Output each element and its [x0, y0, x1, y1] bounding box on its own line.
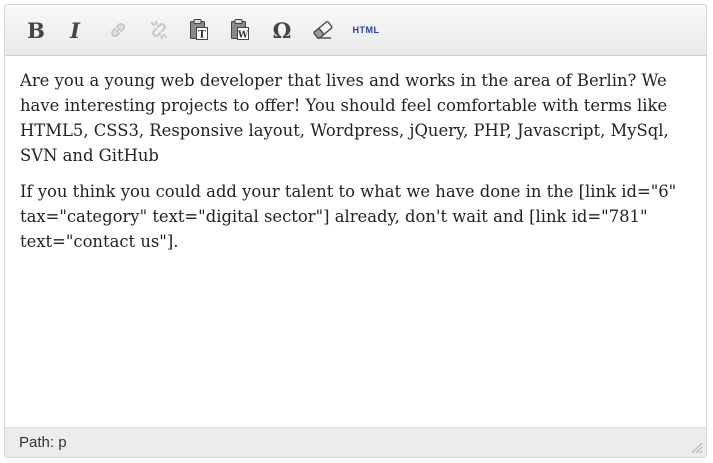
- content-paragraph[interactable]: If you think you could add your talent t…: [20, 179, 690, 254]
- italic-icon: I: [70, 17, 80, 43]
- editor-toolbar: B I T W Ω HTML: [5, 5, 706, 56]
- italic-button[interactable]: I: [62, 17, 88, 43]
- path-element-p[interactable]: p: [58, 434, 66, 451]
- content-paragraph[interactable]: Are you a young web developer that lives…: [20, 68, 690, 168]
- omega-icon: Ω: [272, 17, 292, 43]
- resize-grip-icon[interactable]: [689, 440, 703, 454]
- eraser-icon: [311, 19, 335, 41]
- path-label: Path:: [19, 434, 55, 451]
- paste-text-button[interactable]: T: [186, 17, 212, 43]
- paste-word-icon: W: [229, 18, 251, 42]
- insert-link-button[interactable]: [105, 17, 131, 43]
- unlink-icon: [148, 19, 170, 41]
- paste-word-button[interactable]: W: [227, 17, 253, 43]
- link-icon: [107, 19, 129, 41]
- remove-format-button[interactable]: [310, 17, 336, 43]
- editor-statusbar: Path: p: [5, 427, 706, 457]
- bold-button[interactable]: B: [23, 17, 49, 43]
- bold-icon: B: [27, 17, 45, 43]
- svg-text:T: T: [198, 30, 206, 41]
- editor-content-area[interactable]: Are you a young web developer that lives…: [5, 56, 706, 427]
- element-path: Path: p: [19, 434, 67, 451]
- svg-text:W: W: [237, 31, 249, 41]
- unlink-button[interactable]: [146, 17, 172, 43]
- paste-text-icon: T: [188, 18, 210, 42]
- html-button[interactable]: HTML: [351, 17, 381, 43]
- html-label: HTML: [352, 25, 380, 35]
- special-character-button[interactable]: Ω: [269, 17, 295, 43]
- rich-text-editor: B I T W Ω HTML Are you a young web devel…: [4, 4, 707, 458]
